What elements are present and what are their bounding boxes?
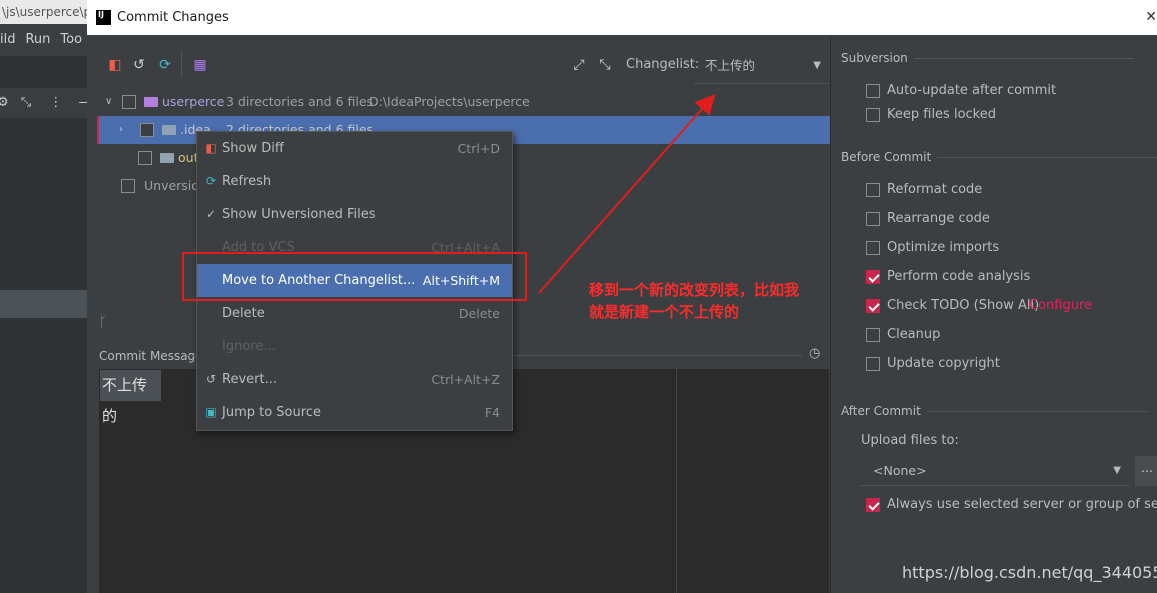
annotation-note-line1: 移到一个新的改变列表，比如我 <box>589 281 800 299</box>
watermark: https://blog.csdn.net/qq_34405576 <box>902 563 1157 582</box>
annotation-arrow-line <box>538 94 716 294</box>
annotation-note: 移到一个新的改变列表，比如我 就是新建一个不上传的 <box>589 279 829 323</box>
annotation-note-line2: 就是新建一个不上传的 <box>589 303 740 321</box>
annotation-arrow <box>538 94 716 294</box>
